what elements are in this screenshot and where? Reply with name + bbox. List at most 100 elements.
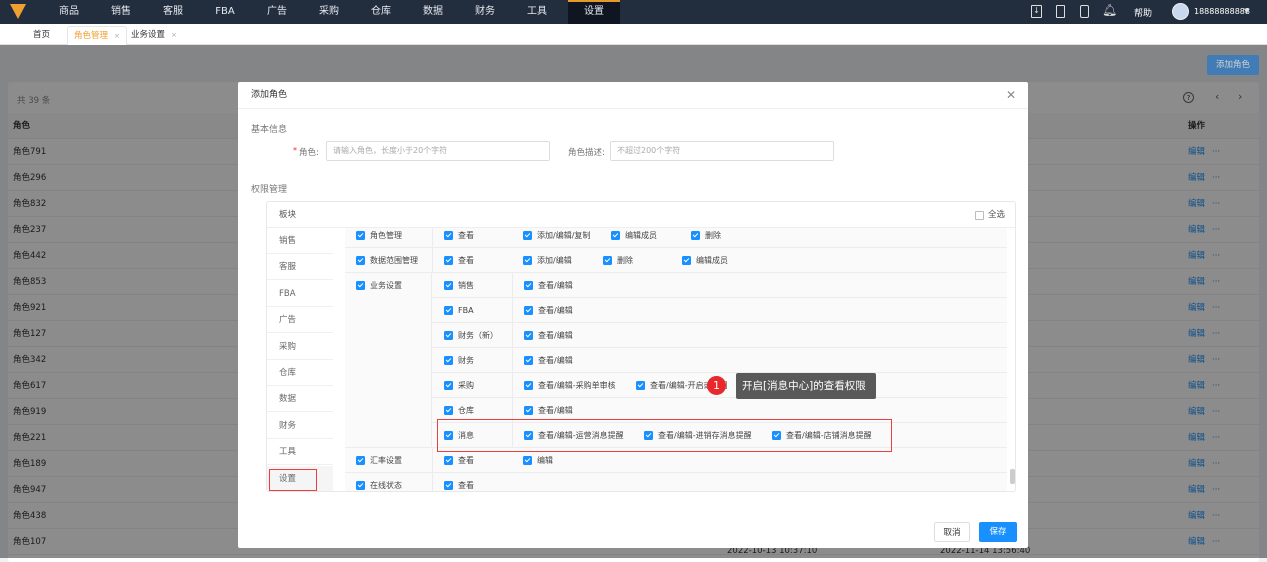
dialog-title-text: 添加角色 — [251, 90, 288, 100]
permission-checkbox[interactable]: 查看/编辑 — [524, 273, 573, 298]
close-icon[interactable]: × — [114, 32, 120, 40]
permission-checkbox[interactable]: 编辑成员 — [611, 228, 657, 248]
permission-checkbox[interactable]: 删除 — [691, 228, 721, 248]
divider — [432, 448, 433, 473]
permission-label: 业务设置 — [370, 281, 402, 290]
module-item[interactable]: FBA — [267, 281, 333, 307]
download-icon[interactable]: ↓ — [1031, 5, 1042, 18]
nav-item[interactable]: 工具 — [511, 0, 563, 24]
permission-label: 查看 — [458, 256, 474, 265]
tab-business-settings[interactable]: 业务设置 × — [131, 26, 177, 45]
module-item[interactable]: 财务 — [267, 413, 333, 439]
permission-checkbox[interactable]: 添加/编辑 — [523, 248, 572, 273]
tab-role-management[interactable]: 角色管理 × — [67, 26, 127, 45]
permission-checkbox[interactable]: 查看 — [444, 248, 474, 273]
permission-checkbox[interactable]: 销售 — [444, 273, 474, 298]
close-icon[interactable]: × — [171, 31, 177, 39]
permission-label: 添加/编辑 — [537, 256, 572, 265]
select-all-label: 全选 — [987, 210, 1005, 220]
permission-checkbox[interactable]: 数据范围管理 — [356, 248, 418, 273]
nav-item[interactable]: 商品 — [43, 0, 95, 24]
divider — [512, 323, 513, 348]
permission-checkbox[interactable]: 财务 — [444, 348, 474, 373]
permission-checkbox[interactable]: 查看/编辑 — [524, 348, 573, 373]
checkbox-checked-icon — [356, 256, 365, 265]
add-role-button[interactable]: 添加角色 — [1207, 55, 1259, 75]
module-item[interactable]: 销售 — [267, 228, 333, 254]
permission-checkbox[interactable]: 查看/编辑 — [524, 323, 573, 348]
select-all-checkbox[interactable]: 全选 — [974, 202, 1005, 228]
divider — [432, 473, 433, 491]
bell-icon[interactable]: 🔔︎ — [1102, 3, 1117, 17]
top-nav: 商品 销售 客服 FBA 广告 采购 仓库 数据 财务 工具 设置 ↓ 🔔︎ 帮助 18888888… — [0, 0, 1267, 24]
checkbox-checked-icon — [524, 306, 533, 315]
scrollbar[interactable] — [1010, 469, 1015, 484]
cancel-button[interactable]: 取消 — [934, 522, 970, 542]
permission-subrow: FBA 查看/编辑 — [432, 298, 1007, 323]
dialog-title: 添加角色 — [238, 82, 1028, 109]
nav-item[interactable]: 财务 — [459, 0, 511, 24]
role-name-input[interactable]: 请输入角色，长度小于20个字符 — [326, 141, 550, 161]
permission-checkbox[interactable]: 财务（新） — [444, 323, 498, 348]
document-icon[interactable] — [1056, 5, 1065, 18]
avatar[interactable] — [1172, 3, 1189, 20]
module-item[interactable]: 仓库 — [267, 360, 333, 386]
permission-checkbox[interactable]: 在线状态 — [356, 473, 402, 491]
permission-checkbox[interactable]: 采购 — [444, 373, 474, 398]
module-item[interactable]: 客服 — [267, 254, 333, 281]
permission-checkbox[interactable]: 业务设置 — [356, 273, 402, 298]
close-icon[interactable]: ✕ — [1006, 88, 1016, 102]
permission-label: 查看/编辑 — [538, 331, 573, 340]
permission-label: 汇率设置 — [370, 456, 402, 465]
nav-item[interactable]: 仓库 — [355, 0, 407, 24]
save-button[interactable]: 保存 — [979, 522, 1017, 542]
add-role-dialog: 添加角色 ✕ 基本信息 * 角色: 请输入角色，长度小于20个字符 角色描述: … — [238, 82, 1028, 548]
permission-checkbox[interactable]: 角色管理 — [356, 228, 402, 248]
permission-label: 删除 — [617, 256, 633, 265]
checkbox-checked-icon — [691, 231, 700, 240]
permission-label: 在线状态 — [370, 481, 402, 490]
nav-item[interactable]: FBA — [199, 0, 251, 24]
permission-checkbox[interactable]: 查看 — [444, 473, 474, 491]
nav-item[interactable]: 广告 — [251, 0, 303, 24]
role-desc-input[interactable]: 不超过200个字符 — [610, 141, 834, 161]
checkbox-checked-icon — [611, 231, 620, 240]
permission-label: 财务 — [458, 356, 474, 365]
permission-checkbox[interactable]: 查看 — [444, 228, 474, 248]
permission-label: 删除 — [705, 231, 721, 240]
basic-info-heading: 基本信息 — [251, 125, 288, 135]
module-item[interactable]: 采购 — [267, 334, 333, 360]
permission-label: 查看/编辑 — [538, 356, 573, 365]
tab-home[interactable]: 首页 — [33, 26, 50, 45]
user-name[interactable]: 18888888888 — [1194, 7, 1250, 16]
permission-checkbox[interactable]: 编辑成员 — [682, 248, 728, 273]
permission-checkbox[interactable]: 删除 — [603, 248, 633, 273]
permission-checkbox[interactable]: 添加/编辑/复制 — [523, 228, 590, 248]
permission-checkbox[interactable]: 查看/编辑-采购单审核 — [524, 373, 616, 398]
checkbox-checked-icon — [444, 281, 453, 290]
logo-icon[interactable] — [10, 4, 26, 19]
checkbox-checked-icon — [524, 381, 533, 390]
permission-label: 添加/编辑/复制 — [537, 231, 591, 240]
nav-item[interactable]: 采购 — [303, 0, 355, 24]
nav-item[interactable]: 销售 — [95, 0, 147, 24]
module-item[interactable]: 数据 — [267, 386, 333, 413]
nav-item[interactable]: 设置 — [568, 0, 620, 24]
permission-checkbox[interactable]: FBA — [444, 298, 474, 323]
module-item[interactable]: 广告 — [267, 307, 333, 334]
chevron-down-icon[interactable]: ▼ — [1244, 7, 1249, 15]
module-item[interactable]: 工具 — [267, 439, 333, 466]
permission-label: 数据范围管理 — [370, 256, 418, 265]
checkbox-checked-icon — [356, 456, 365, 465]
permission-label: 查看/编辑 — [538, 281, 573, 290]
nav-item[interactable]: 数据 — [407, 0, 459, 24]
help-link[interactable]: 帮助 — [1134, 6, 1152, 19]
permission-label: 查看/编辑 — [538, 306, 573, 315]
permission-checkbox[interactable]: 查看/编辑 — [524, 298, 573, 323]
mobile-icon[interactable] — [1080, 5, 1089, 18]
checkbox-checked-icon — [444, 406, 453, 415]
nav-item[interactable]: 客服 — [147, 0, 199, 24]
checkbox-checked-icon — [444, 256, 453, 265]
permission-checkbox[interactable]: 汇率设置 — [356, 448, 402, 473]
divider — [512, 298, 513, 323]
